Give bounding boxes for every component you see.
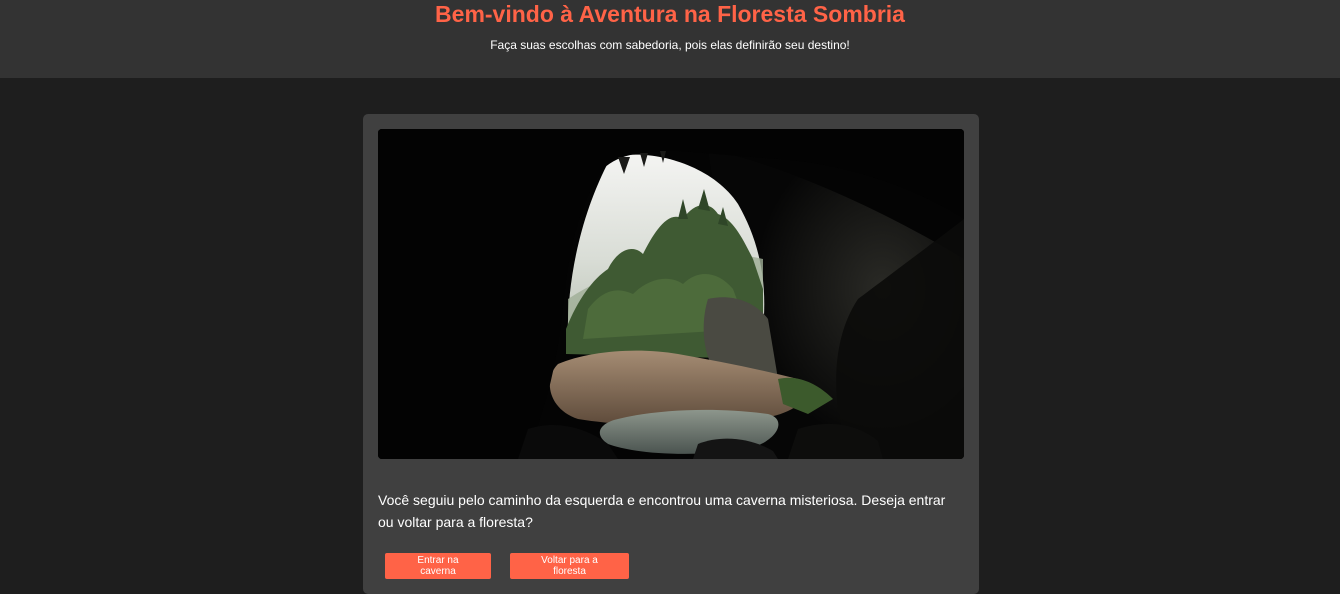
page-title: Bem-vindo à Aventura na Floresta Sombria (435, 1, 905, 27)
enter-cave-button[interactable]: Entrar na caverna (385, 553, 491, 579)
page-subtitle: Faça suas escolhas com sabedoria, pois e… (490, 38, 850, 52)
story-text: Você seguiu pelo caminho da esquerda e e… (378, 492, 946, 530)
cave-entrance-forest-image (378, 129, 964, 459)
story-card: Você seguiu pelo caminho da esquerda e e… (363, 114, 979, 594)
page-header: Bem-vindo à Aventura na Floresta Sombria… (0, 0, 1340, 78)
back-to-forest-button[interactable]: Voltar para a floresta (510, 553, 629, 579)
